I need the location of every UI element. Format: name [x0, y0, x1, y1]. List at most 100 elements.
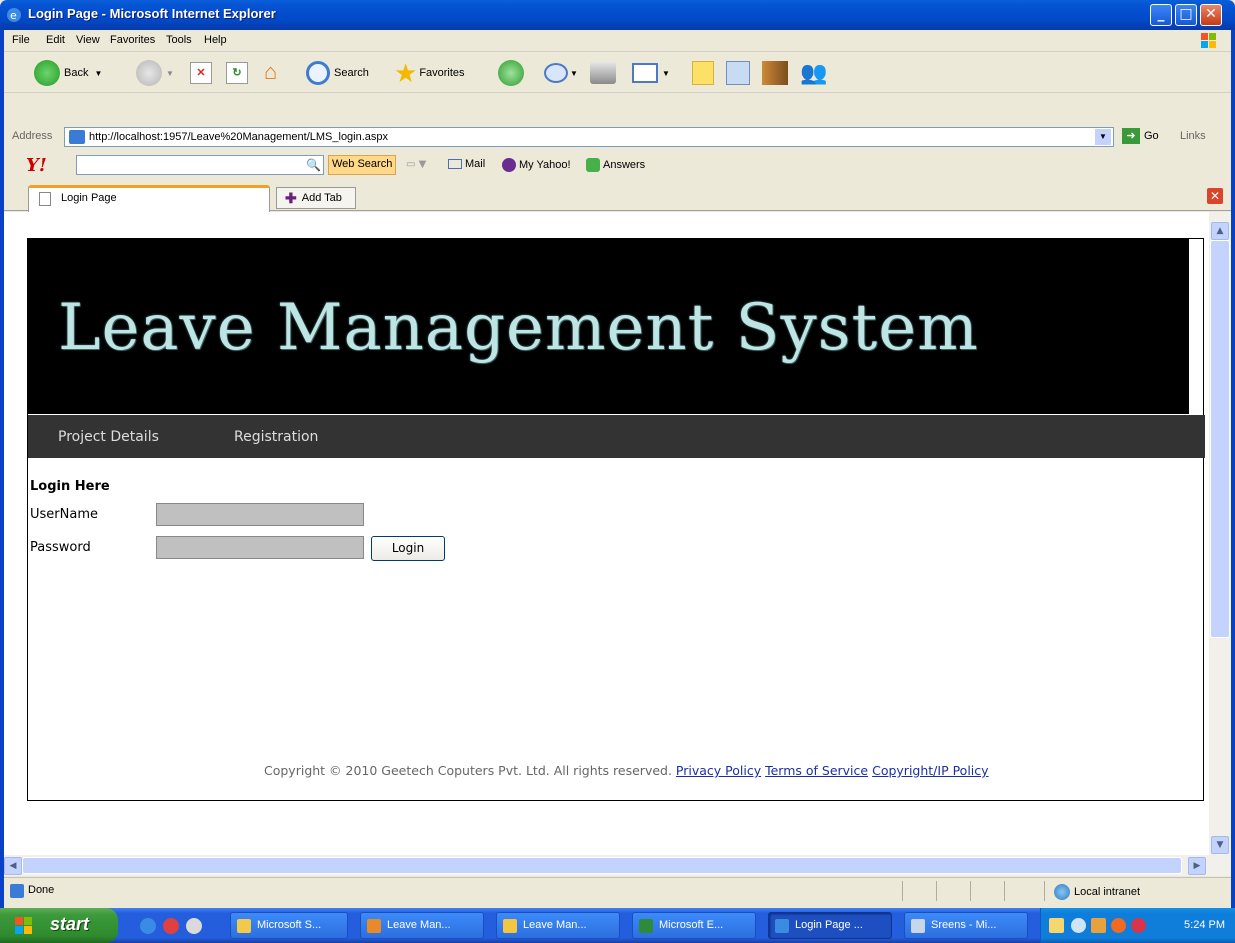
go-label: Go — [1144, 130, 1159, 142]
copyright-ip-policy-link[interactable]: Copyright/IP Policy — [872, 763, 988, 778]
menu-help[interactable]: Help — [204, 34, 227, 46]
go-arrow-icon: ➜ — [1122, 128, 1140, 144]
messenger-people-icon: 👥 — [800, 60, 828, 85]
menu-favorites[interactable]: Favorites — [110, 34, 155, 46]
scroll-right-icon[interactable]: ▶ — [1188, 857, 1206, 875]
help-tray-icon[interactable] — [1049, 918, 1064, 933]
address-url: http://localhost:1957/Leave%20Management… — [89, 131, 389, 143]
forward-dropdown-icon[interactable]: ▼ — [166, 69, 174, 78]
clock: 5:24 PM — [1184, 919, 1225, 931]
windows-taskbar: start Microsoft S... Leave Man... Leave … — [0, 908, 1235, 943]
home-button[interactable]: ⌂ — [264, 59, 290, 87]
notes-button[interactable] — [692, 59, 714, 87]
menu-file[interactable]: File — [12, 34, 30, 46]
print-button[interactable] — [590, 59, 616, 87]
excel-icon — [639, 919, 653, 933]
standard-toolbar: Back ▼ ▼ ✕ ↻ ⌂ Search ★ Favorites ▼ ▼ 👥 — [4, 53, 1231, 93]
horizontal-scroll-thumb[interactable] — [22, 857, 1182, 874]
answers-icon — [586, 158, 600, 172]
address-dropdown-icon[interactable]: ▼ — [1095, 129, 1111, 145]
address-label: Address — [12, 130, 53, 142]
menu-view[interactable]: View — [76, 34, 100, 46]
antivirus-tray-icon[interactable] — [1131, 918, 1146, 933]
search-icon — [306, 61, 330, 85]
minimize-button[interactable]: _ — [1150, 4, 1172, 26]
research-button[interactable] — [726, 59, 750, 87]
firefox-tray-icon[interactable] — [1111, 918, 1126, 933]
network-tray-icon[interactable] — [1091, 918, 1106, 933]
close-button[interactable]: ✕ — [1200, 4, 1222, 26]
refresh-button[interactable]: ↻ — [226, 59, 248, 87]
scroll-left-icon[interactable]: ◀ — [4, 857, 22, 875]
stop-button[interactable]: ✕ — [190, 59, 212, 87]
svg-text:e: e — [10, 9, 17, 22]
password-label: Password — [30, 540, 91, 555]
task-leave-man-2[interactable]: Leave Man... — [496, 912, 620, 939]
history-button[interactable] — [498, 59, 524, 87]
ie-window: e Login Page - Microsoft Internet Explor… — [0, 0, 1235, 943]
start-button[interactable]: start — [0, 908, 118, 943]
yahoo-search-icon[interactable]: 🔍 — [306, 158, 321, 172]
close-tab-icon[interactable]: ✕ — [1207, 188, 1223, 204]
word-icon — [911, 919, 925, 933]
task-sreens[interactable]: Sreens - Mi... — [904, 912, 1028, 939]
yahoo-highlight-icon[interactable]: ▭ ▼ — [406, 159, 426, 170]
menu-tools[interactable]: Tools — [166, 34, 192, 46]
password-input[interactable] — [156, 536, 364, 559]
nav-project-details[interactable]: Project Details — [58, 429, 159, 445]
username-input[interactable] — [156, 503, 364, 526]
add-tab-button[interactable]: ✚ Add Tab — [276, 187, 356, 209]
start-label: start — [50, 914, 90, 934]
nav-registration[interactable]: Registration — [234, 429, 318, 445]
my-yahoo-button[interactable]: My Yahoo! — [502, 158, 571, 172]
tab-bar: Login Page ✚ Add Tab ✕ — [4, 183, 1231, 212]
task-login-page[interactable]: Login Page ... — [768, 912, 892, 939]
back-dropdown-icon[interactable]: ▼ — [94, 69, 102, 78]
scroll-up-icon[interactable]: ▲ — [1211, 222, 1229, 240]
go-button[interactable]: ➜ Go — [1122, 128, 1159, 144]
messenger-button[interactable]: 👥 — [800, 59, 827, 87]
forward-button[interactable]: ▼ — [136, 59, 174, 87]
links-button[interactable]: Links — [1180, 130, 1206, 142]
yahoo-mail-button[interactable]: Mail — [448, 158, 485, 170]
search-button[interactable]: Search — [306, 59, 369, 87]
yahoo-answers-button[interactable]: Answers — [586, 158, 645, 172]
yahoo-search-input[interactable] — [76, 155, 324, 175]
windows-flag-icon — [15, 917, 32, 934]
task-microsoft-s[interactable]: Microsoft S... — [230, 912, 348, 939]
edit-button[interactable]: ▼ — [632, 59, 670, 87]
terms-of-service-link[interactable]: Terms of Service — [765, 763, 868, 778]
maximize-button[interactable]: □ — [1175, 4, 1197, 26]
status-divider — [902, 881, 903, 901]
quicklaunch-ie-icon[interactable] — [140, 918, 156, 934]
login-button[interactable]: Login — [371, 536, 445, 561]
quicklaunch-media-icon[interactable] — [163, 918, 179, 934]
task-microsoft-e[interactable]: Microsoft E... — [632, 912, 756, 939]
privacy-policy-link[interactable]: Privacy Policy — [676, 763, 761, 778]
yahoo-answers-label: Answers — [603, 159, 646, 171]
back-button[interactable]: Back ▼ — [34, 59, 102, 87]
messenger-book-button[interactable] — [762, 59, 788, 87]
task-leave-man-1[interactable]: Leave Man... — [360, 912, 484, 939]
menu-edit[interactable]: Edit — [46, 34, 65, 46]
status-divider — [936, 881, 937, 901]
tab-label: Login Page — [61, 192, 117, 204]
status-divider — [970, 881, 971, 901]
printer-icon — [590, 62, 616, 84]
tab-login-page[interactable]: Login Page — [28, 185, 270, 212]
yahoo-mail-label: Mail — [465, 158, 486, 170]
scroll-down-icon[interactable]: ▼ — [1211, 836, 1229, 854]
address-input[interactable]: http://localhost:1957/Leave%20Management… — [64, 127, 1114, 147]
mail-button[interactable]: ▼ — [544, 59, 578, 87]
research-icon — [726, 61, 750, 85]
yahoo-logo-icon[interactable]: Y! — [26, 155, 47, 176]
blank-page-icon — [39, 192, 51, 206]
add-tab-label: Add Tab — [301, 192, 342, 204]
history-icon — [498, 60, 524, 86]
quicklaunch-browser-icon[interactable] — [186, 918, 202, 934]
vertical-scroll-thumb[interactable] — [1210, 240, 1230, 638]
yahoo-web-search-button[interactable]: Web Search — [328, 155, 397, 175]
favorites-button[interactable]: ★ Favorites — [394, 59, 465, 87]
tray-expand-icon[interactable] — [1071, 918, 1086, 933]
sticky-note-icon — [692, 61, 714, 85]
